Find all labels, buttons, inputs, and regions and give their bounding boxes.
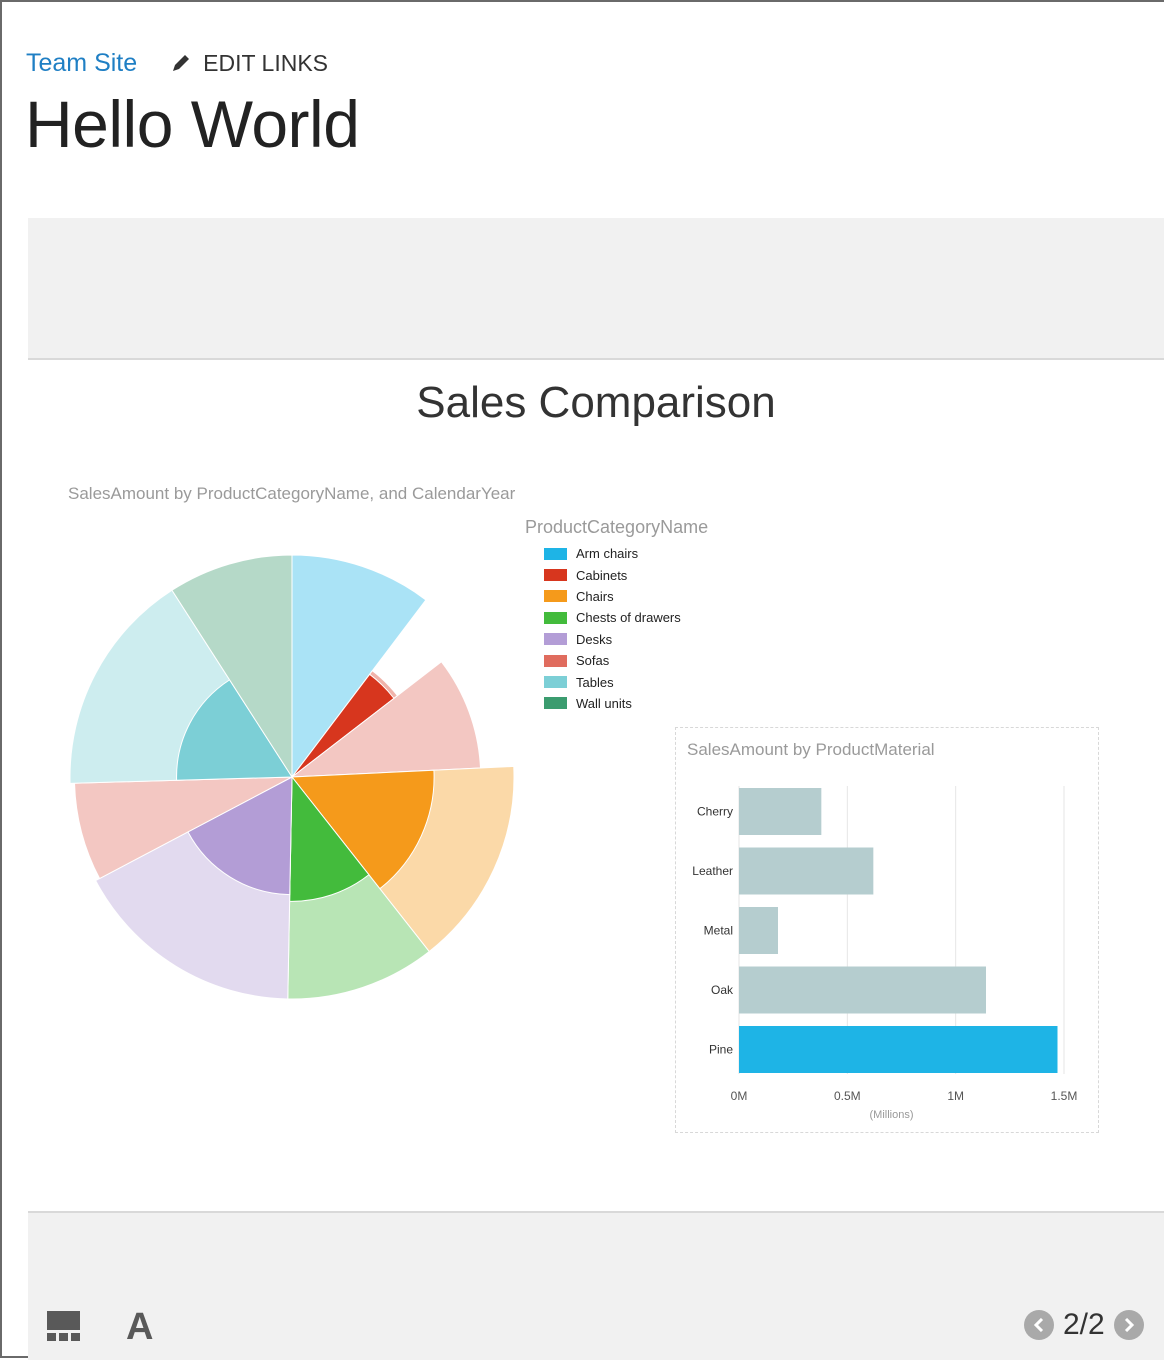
legend-swatch [544, 590, 567, 603]
legend-swatch [544, 547, 567, 560]
slide-header-band [28, 218, 1164, 360]
slide-footer-band [28, 1211, 1164, 1360]
edit-links-button[interactable]: EDIT LINKS [171, 50, 328, 77]
legend-label: Cabinets [576, 567, 628, 583]
x-tick-label: 0M [731, 1089, 748, 1103]
pencil-icon [173, 55, 190, 71]
category-label: Leather [692, 864, 733, 878]
legend-label: Chests of drawers [576, 610, 681, 626]
x-tick-label: 0.5M [834, 1089, 861, 1103]
prev-arrow-icon[interactable] [1024, 1310, 1054, 1340]
legend-item-sofas[interactable]: Sofas [525, 650, 708, 671]
page-title: Hello World [25, 87, 360, 161]
bar-cherry[interactable] [739, 788, 822, 835]
layout-grid-icon[interactable] [47, 1311, 80, 1341]
bar-metal[interactable] [739, 907, 778, 954]
pie-legend: ProductCategoryName Arm chairs Cabinets Ch… [525, 517, 708, 714]
legend-label: Chairs [576, 588, 614, 604]
legend-title: ProductCategoryName [525, 517, 709, 537]
legend-swatch [544, 633, 567, 646]
bar-leather[interactable] [739, 847, 874, 895]
bar-chart-panel: SalesAmount by ProductMaterial 0M 0.5M 1M 1… [675, 727, 1099, 1133]
team-site-link[interactable]: Team Site [26, 49, 137, 78]
legend-label: Tables [576, 674, 614, 690]
category-label: Pine [709, 1043, 733, 1057]
top-nav: Team Site EDIT LINKS [26, 46, 328, 80]
legend-swatch [544, 611, 567, 624]
legend-item-tables[interactable]: Tables [525, 671, 708, 692]
category-label: Metal [704, 924, 733, 938]
slide-title: Sales Comparison [416, 378, 776, 427]
legend-swatch [544, 697, 567, 710]
pie-chart-title: SalesAmount by ProductCategoryName, and … [68, 484, 516, 503]
legend-item-desks[interactable]: Desks [525, 629, 708, 650]
font-icon[interactable]: A [126, 1306, 153, 1349]
legend-item-chairs[interactable]: Chairs [525, 586, 708, 607]
legend-item-arm-chairs[interactable]: Arm chairs [525, 543, 708, 564]
legend-swatch [544, 569, 567, 582]
page-counter: 2/2 [1063, 1308, 1105, 1341]
polar-pie-chart[interactable] [62, 546, 522, 1006]
x-tick-label: 1M [947, 1089, 964, 1103]
legend-label: Sofas [576, 653, 610, 669]
legend-swatch [544, 676, 567, 689]
x-tick-label: 1.5M [1051, 1089, 1078, 1103]
legend-label: Desks [576, 631, 613, 647]
legend-item-cabinets[interactable]: Cabinets [525, 564, 708, 585]
legend-item-chests-of-drawers[interactable]: Chests of drawers [525, 607, 708, 628]
legend-item-wall-units[interactable]: Wall units [525, 693, 708, 714]
next-arrow-icon[interactable] [1113, 1310, 1144, 1340]
bar-chart[interactable]: 0M 0.5M 1M 1.5M Cherry Leather Metal Oak Pine (Mi… [676, 728, 1100, 1134]
category-label: Cherry [697, 805, 733, 819]
bar-pine[interactable] [739, 1026, 1058, 1073]
slide-pager: 2/2 [1024, 1306, 1144, 1344]
x-axis-label: (Millions) [870, 1109, 914, 1121]
bar-oak[interactable] [739, 966, 986, 1014]
category-label: Oak [711, 983, 734, 997]
legend-label: Wall units [576, 695, 632, 711]
legend-label: Arm chairs [576, 546, 639, 562]
edit-links-label: EDIT LINKS [203, 49, 329, 76]
legend-swatch [544, 654, 567, 667]
